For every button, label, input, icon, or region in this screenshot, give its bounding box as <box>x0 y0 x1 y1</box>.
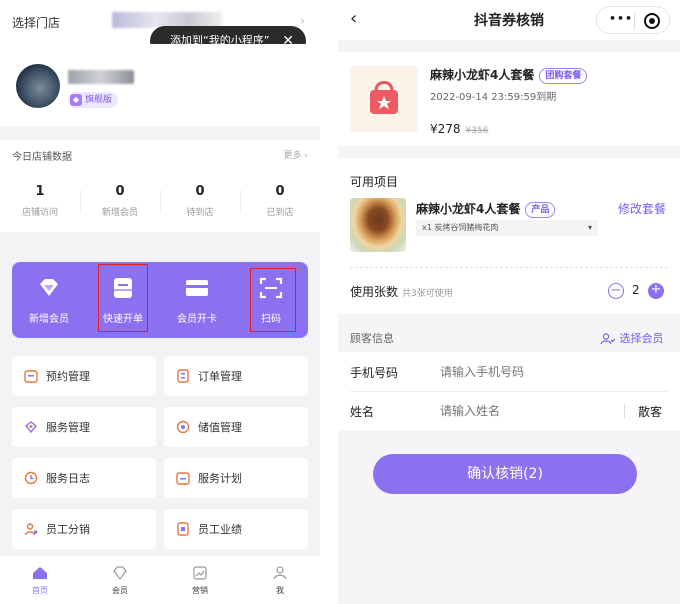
phone-label: 手机号码 <box>350 366 399 380</box>
staff-performance-button[interactable]: 员工业绩 <box>164 509 308 549</box>
staff-icon <box>24 523 38 536</box>
badge-icon: ◆ <box>70 93 82 106</box>
chart-icon <box>193 566 207 580</box>
wallet-icon <box>176 420 190 434</box>
service-plan-button[interactable]: 服务计划 <box>164 458 308 498</box>
highlight-box <box>98 264 148 332</box>
available-title: 可用项目 <box>350 175 399 189</box>
service-log-button[interactable]: 服务日志 <box>12 458 156 498</box>
chevron-right-icon[interactable]: › <box>300 14 305 28</box>
product-name-row: 麻辣小龙虾4人套餐 团购套餐 <box>430 66 588 84</box>
highlight-box <box>250 268 296 332</box>
dropdown-icon: ▾ <box>587 223 592 232</box>
divider <box>634 13 635 29</box>
product-tag: 团购套餐 <box>539 67 588 84</box>
name-label: 姓名 <box>350 405 375 419</box>
order-management-button[interactable]: 订单管理 <box>164 356 308 396</box>
shop-name-blurred <box>68 70 134 84</box>
increase-button[interactable]: + <box>648 283 664 299</box>
service-icon <box>25 421 37 434</box>
staff-distribution-button[interactable]: 员工分销 <box>12 509 156 549</box>
stats-title: 今日店铺数据 <box>12 152 72 163</box>
flagship-badge: ◆ 旗舰版 <box>68 92 119 108</box>
price: ¥278 <box>430 122 461 136</box>
shopping-bag-icon <box>370 81 398 114</box>
stat-item: 0 已到店 <box>266 184 294 218</box>
stat-item: 1 店铺访问 <box>21 184 58 218</box>
divider <box>624 404 625 418</box>
customer-info-title: 顾客信息 <box>350 332 394 345</box>
order-icon <box>177 369 189 383</box>
usage-count: 2 <box>632 283 640 297</box>
item-name-row: 麻辣小龙虾4人套餐 产品 <box>416 200 556 218</box>
burger-image <box>350 198 406 252</box>
expiry-date: 2022-09-14 23:59:59到期 <box>430 92 557 103</box>
user-check-icon <box>600 333 616 345</box>
decrease-button[interactable]: − <box>608 283 624 299</box>
add-member-button[interactable]: 新增会员 <box>12 262 86 338</box>
performance-icon <box>177 522 189 536</box>
diamond-icon <box>113 566 127 580</box>
plan-icon <box>176 472 190 485</box>
walkin-button[interactable]: 散客 <box>638 403 662 420</box>
log-icon <box>24 471 38 485</box>
douyin-coupon-screen: ‹ 抖音券核销 ••• 麻辣小龙虾4人套餐 团购套餐 2022-09-14 23:… <box>338 0 680 604</box>
service-management-button[interactable]: 服务管理 <box>12 407 156 447</box>
tab-me[interactable]: 我 <box>240 566 320 596</box>
tab-home[interactable]: 首页 <box>0 566 80 596</box>
name-input[interactable] <box>440 399 620 423</box>
product-image <box>350 66 418 132</box>
miniprogram-capsule: ••• <box>596 6 670 34</box>
avatar[interactable] <box>16 64 60 108</box>
usage-row: 使用张数 共3张可使用 <box>350 285 453 299</box>
item-option-select[interactable]: x1 炭烤谷饲猪梅花肉 ▾ <box>416 220 598 236</box>
more-icon[interactable]: ••• <box>609 12 633 25</box>
member-card-button[interactable]: 会员开卡 <box>160 262 234 338</box>
tab-member[interactable]: 会员 <box>80 566 160 596</box>
original-price: ¥356 <box>465 126 489 136</box>
diamond-icon <box>40 279 58 296</box>
item-tag: 产品 <box>525 201 556 218</box>
dashed-divider <box>350 267 668 268</box>
phone-input[interactable] <box>440 360 660 384</box>
more-link[interactable]: 更多 › <box>284 148 308 161</box>
card-icon <box>186 280 208 296</box>
stored-value-management-button[interactable]: 储值管理 <box>164 407 308 447</box>
home-icon <box>33 567 47 579</box>
store-select[interactable]: 选择门店 <box>12 14 60 31</box>
close-miniprogram-icon[interactable] <box>644 13 660 29</box>
tab-marketing[interactable]: 营销 <box>160 566 240 596</box>
home-screen: 选择门店 › 添加到“我的小程序” ✕ ◆ 旗舰版 今日店铺数据 更多 › 1 店铺… <box>0 0 320 604</box>
price-row: ¥278 ¥356 <box>430 118 488 137</box>
divider <box>350 391 668 392</box>
select-member-button[interactable]: 选择会员 <box>600 330 664 346</box>
calendar-icon <box>24 370 38 383</box>
stat-item: 0 待到店 <box>186 184 214 218</box>
stat-item: 0 新增会员 <box>101 184 138 218</box>
confirm-redeem-button[interactable]: 确认核销(2) <box>373 454 637 494</box>
booking-management-button[interactable]: 预约管理 <box>12 356 156 396</box>
user-icon <box>273 566 287 580</box>
modify-package-link[interactable]: 修改套餐 <box>618 200 666 217</box>
